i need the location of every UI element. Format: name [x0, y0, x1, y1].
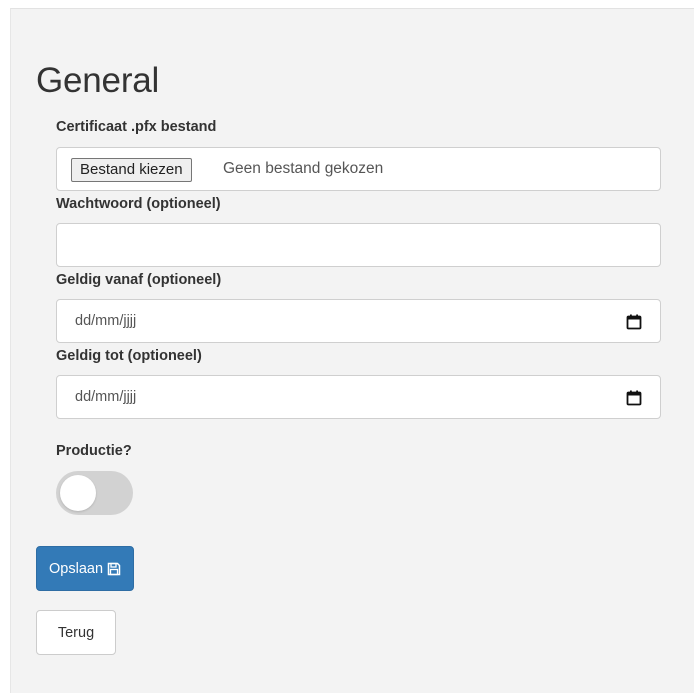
valid-from-date-input[interactable]: dd/mm/jjjj: [56, 299, 661, 343]
password-label: Wachtwoord (optioneel): [56, 196, 221, 212]
choose-file-button[interactable]: Bestand kiezen: [71, 158, 192, 182]
valid-to-placeholder: dd/mm/jjjj: [75, 389, 137, 405]
floppy-disk-icon: [107, 562, 121, 575]
valid-from-placeholder: dd/mm/jjjj: [75, 313, 137, 329]
valid-to-date-input[interactable]: dd/mm/jjjj: [56, 375, 661, 419]
valid-from-label: Geldig vanaf (optioneel): [56, 272, 222, 288]
back-button[interactable]: Terug: [36, 610, 116, 655]
calendar-icon[interactable]: [626, 390, 642, 406]
file-status-text: Geen bestand gekozen: [223, 160, 384, 177]
certificate-file-input[interactable]: Bestand kiezen Geen bestand gekozen: [56, 147, 661, 191]
settings-panel: General Certificaat .pfx bestand Bestand…: [10, 8, 694, 693]
toggle-knob: [60, 475, 96, 511]
section-title: General: [36, 61, 160, 100]
production-label: Productie?: [56, 443, 132, 459]
password-input[interactable]: [56, 223, 661, 267]
certificate-label: Certificaat .pfx bestand: [56, 119, 217, 135]
calendar-icon[interactable]: [626, 314, 642, 330]
production-toggle[interactable]: [56, 471, 133, 515]
valid-to-label: Geldig tot (optioneel): [56, 348, 202, 364]
save-button-label: Opslaan: [49, 560, 104, 577]
save-button[interactable]: Opslaan: [36, 546, 135, 591]
